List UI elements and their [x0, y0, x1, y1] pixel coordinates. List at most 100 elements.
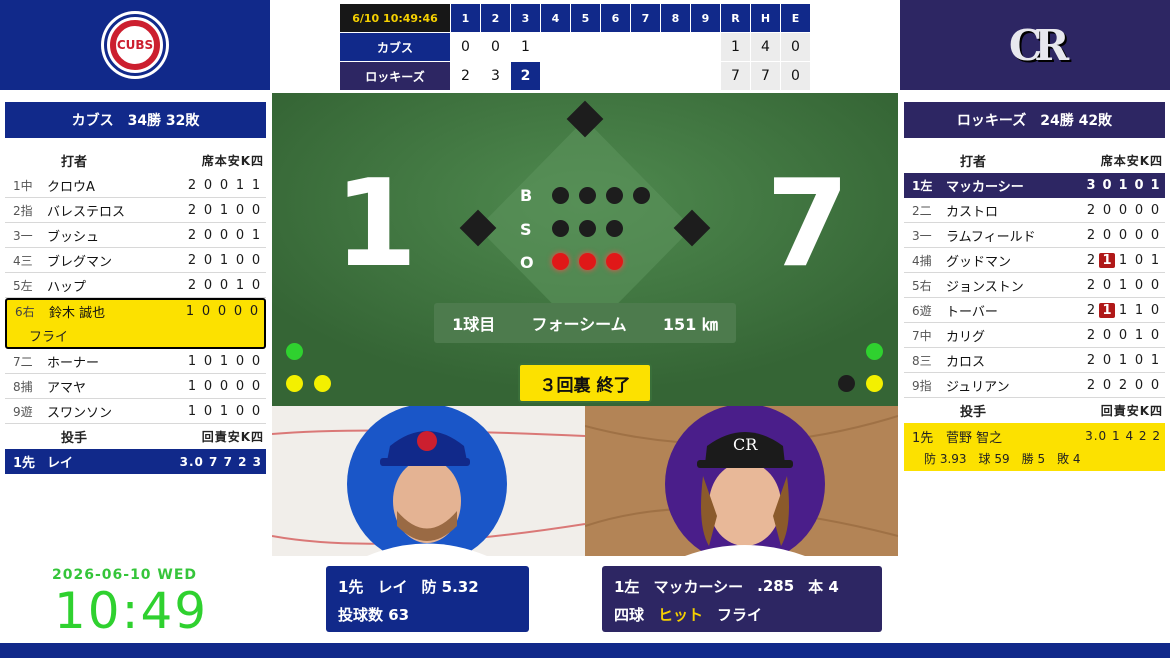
pitcher-wins: 勝 5: [1021, 451, 1046, 466]
batting-label: 打者: [960, 155, 987, 170]
batting-header: 打者 席本安K四: [5, 148, 266, 173]
linescore-team-name: カブス: [340, 33, 450, 61]
batter-result-1: 四球: [614, 605, 645, 624]
pitcher-info-name: レイ: [377, 577, 408, 596]
batter-stats: 20100: [187, 252, 261, 268]
batter-name: ジュリアン: [946, 379, 1010, 395]
pitching-header: 投手 回責安K四: [5, 424, 266, 449]
rockies-record-header: ロッキーズ 24勝 42敗: [904, 102, 1165, 138]
batter-name: カリグ: [946, 329, 986, 345]
batter-position: 3一: [912, 228, 932, 243]
inning-header: 5: [571, 4, 600, 32]
batter-row: 2指 バレステロス 20100: [5, 198, 266, 223]
inning-runs: 3: [481, 62, 510, 90]
inning-runs: [661, 33, 690, 61]
batter-name: ブッシュ: [47, 229, 100, 245]
batter-name: クロウA: [47, 179, 95, 195]
batter-row: 9指 ジュリアン 20200: [904, 373, 1165, 398]
pitcher-name: レイ: [47, 456, 74, 471]
batter-position: 6遊: [912, 303, 932, 318]
ball-dot: [606, 187, 623, 204]
cubs-batting-table: 打者 席本安K四 1中 クロウA 20011 2指 バレステロス 20100 3…: [5, 148, 266, 474]
hits-header: H: [751, 4, 780, 32]
batter-stats: 20200: [1086, 377, 1160, 393]
pitcher-era: 防 3.93: [924, 451, 967, 466]
batter-row: 4三 ブレグマン 20100: [5, 248, 266, 273]
pitching-label: 投手: [960, 405, 987, 420]
away-score: 1: [334, 155, 418, 294]
inning-runs: [691, 62, 720, 90]
inning-runs: [691, 33, 720, 61]
rockies-banner: CR: [900, 0, 1170, 90]
pitching-columns: 回責安K四: [201, 430, 264, 444]
total-runs: 7: [721, 62, 750, 90]
batter-name: ハップ: [47, 279, 87, 295]
total-hits: 7: [751, 62, 780, 90]
inning-runs: 1: [511, 33, 540, 61]
away-indicator-dot: [314, 375, 331, 392]
inning-runs: [571, 33, 600, 61]
away-indicator-dot: [286, 375, 303, 392]
home-score: 7: [766, 155, 850, 294]
rockies-logo: CR: [1008, 20, 1069, 70]
batter-result-3: フライ: [717, 605, 763, 624]
strike-label: S: [520, 220, 532, 239]
batter-result: フライ: [29, 329, 69, 345]
inning-status-badge: ３回裏 終了: [518, 363, 652, 403]
pitcher-info-era: 防 5.32: [421, 577, 479, 596]
bottom-bar: [0, 643, 1170, 658]
inning-runs: 0: [451, 33, 480, 61]
batter-name: ブレグマン: [47, 254, 113, 270]
batter-row: 4捕 グッドマン 21101: [904, 248, 1165, 273]
inning-header: 4: [541, 4, 570, 32]
home-indicator-dot: [866, 375, 883, 392]
batter-position: 1中: [13, 178, 33, 193]
linescore-row-cubs: カブス 0 0 1 1 4 0: [340, 33, 811, 61]
clock-date: 2026-06-10 WED: [52, 567, 198, 583]
batter-row-active: 1左 マッカーシー 30101: [904, 173, 1165, 198]
inning-runs: [631, 33, 660, 61]
pitcher-losses: 敗 4: [1057, 451, 1081, 466]
batter-name: トーバー: [946, 304, 998, 320]
cubs-logo: CUBS: [104, 14, 166, 76]
pitcher-stats: 3.0 7 7 2 3: [179, 454, 262, 469]
current-batter-card: 6右 鈴木 誠也 10000 フライ: [5, 298, 266, 349]
home-indicator-dot: [866, 343, 883, 360]
batter-photo: CR: [585, 406, 898, 556]
inning-runs: 0: [481, 33, 510, 61]
field-panel: 1 7 B S O 1球目 フォーシーム 151 ㎞ ３回裏 終了: [272, 93, 898, 406]
pitch-speed: 151 ㎞: [662, 315, 718, 334]
batter-name: マッカーシー: [946, 180, 1024, 195]
inning-runs: 2: [451, 62, 480, 90]
batter-stats: 20100: [1086, 277, 1160, 293]
pitch-number: 1球目: [452, 315, 496, 334]
clock-time: 10:49: [54, 582, 209, 640]
batter-position: 2二: [912, 203, 932, 218]
batter-name: ラムフィールド: [946, 229, 1036, 245]
batter-stats: 30101: [1086, 178, 1160, 193]
batter-info-name: マッカーシー: [653, 577, 744, 596]
batter-info-hr: 本 4: [808, 577, 839, 596]
pitcher-photo-panel: [272, 406, 585, 556]
batter-name: グッドマン: [946, 254, 1012, 270]
linescore-header: 6/10 10:49:46 1 2 3 4 5 6 7 8 9 R H E: [340, 4, 811, 32]
batter-position: 5右: [912, 278, 932, 293]
batter-row: 7二 ホーナー 10100: [5, 349, 266, 374]
ball-dot: [579, 187, 596, 204]
batter-info-box: 1左 マッカーシー .285 本 4 四球 ヒット フライ: [602, 566, 882, 632]
strike-dot: [606, 220, 623, 237]
batter-photo-panel: CR: [585, 406, 898, 556]
cubs-banner: CUBS: [0, 0, 270, 90]
batting-columns: 席本安K四: [1100, 154, 1163, 168]
pitcher-row: 1先 菅野 智之 3.0 1 4 2 2: [904, 425, 1165, 447]
batter-row: 7中 カリグ 20010: [904, 323, 1165, 348]
pitcher-info-box: 1先 レイ 防 5.32 投球数 63: [326, 566, 529, 632]
inning-runs: [571, 62, 600, 90]
linescore-row-rockies: ロッキーズ 2 3 2 7 7 0: [340, 62, 811, 90]
total-errors: 0: [781, 62, 810, 90]
batter-row: 8捕 アマヤ 10000: [5, 374, 266, 399]
batter-name: ジョンストン: [946, 279, 1024, 295]
pitch-type: フォーシーム: [531, 315, 627, 334]
batter-stats: 20000: [1086, 227, 1160, 243]
batter-stats: 20001: [187, 227, 261, 243]
